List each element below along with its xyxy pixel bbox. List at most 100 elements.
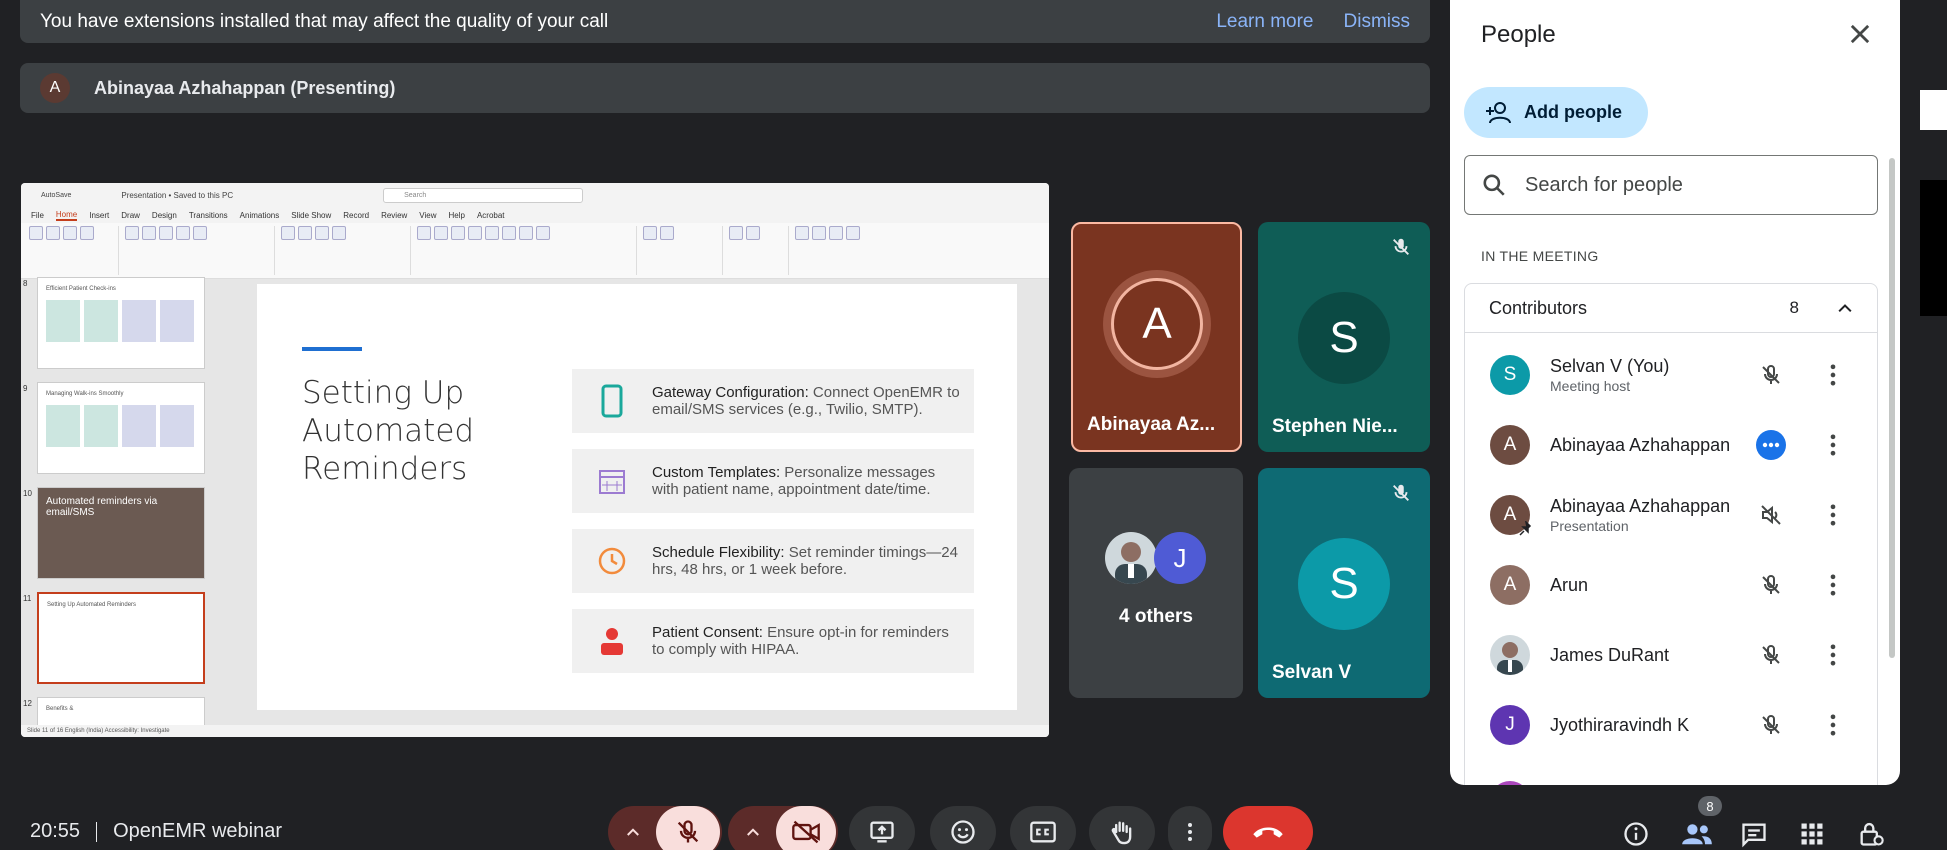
mic-off-icon: [1393, 238, 1409, 255]
participant-avatar: A: [1490, 495, 1532, 536]
slide-thumb-9[interactable]: Managing Walk-ins Smoothly: [37, 382, 205, 474]
panel-scrollbar[interactable]: [1889, 158, 1895, 658]
people-count-badge: 8: [1698, 796, 1722, 816]
ppt-menu-item: Home: [55, 209, 78, 221]
people-search[interactable]: [1464, 155, 1878, 215]
mic-off-icon: [1762, 574, 1780, 594]
section-label: IN THE MEETING: [1481, 248, 1599, 264]
participant-row[interactable]: A Abinayaa Azhahappan: [1465, 415, 1877, 475]
tile-abinayaa[interactable]: A Abinayaa Az...: [1071, 222, 1242, 452]
tile-avatar: S: [1298, 538, 1390, 630]
volume-off-icon: [1761, 505, 1781, 525]
card-head: Gateway Configuration:: [652, 384, 809, 401]
close-icon[interactable]: [1846, 20, 1874, 48]
mic-off-icon: [677, 820, 699, 843]
emoji-icon: [951, 820, 975, 844]
dismiss-button[interactable]: Dismiss: [1344, 11, 1411, 33]
ppt-menu-item: Record: [343, 210, 370, 220]
participant-name: Abinayaa Azhahappan: [1550, 434, 1731, 455]
activities-grid-icon[interactable]: [1798, 820, 1826, 848]
ppt-menu-item: Animations: [239, 210, 280, 220]
doc-title: Presentation • Saved to this PC: [121, 190, 234, 200]
thumb-number: 12: [23, 699, 32, 708]
search-input[interactable]: [1525, 173, 1855, 197]
mic-off-icon: [1762, 644, 1780, 664]
others-photo-avatar: [1105, 532, 1157, 584]
tile-others[interactable]: J 4 others: [1069, 468, 1243, 698]
ppt-menu-item: Slide Show: [291, 210, 332, 220]
ppt-titlebar: AutoSave Presentation • Saved to this PC…: [21, 183, 1049, 207]
tile-name: Abinayaa Az...: [1087, 414, 1216, 435]
ppt-statusbar: Slide 11 of 16 English (India) Accessibi…: [21, 725, 1049, 737]
chevron-up-icon: [627, 828, 639, 836]
panel-title: People: [1481, 21, 1556, 48]
chevron-up-icon: [747, 828, 759, 836]
current-slide: Setting Up Automated Reminders Gateway C…: [257, 284, 1017, 710]
person-photo-icon: [1115, 542, 1147, 584]
participant-role: Presentation: [1550, 518, 1629, 534]
participant-avatar: J: [1490, 705, 1530, 745]
mic-toggle-button[interactable]: [656, 806, 720, 850]
contributors-header[interactable]: Contributors 8: [1464, 283, 1878, 333]
thumb-title: Managing Walk-ins Smoothly: [46, 391, 124, 397]
participant-avatar: A: [1490, 425, 1530, 465]
leave-call-button[interactable]: [1223, 806, 1313, 850]
ppt-search: Search: [383, 187, 584, 203]
phone-icon: [601, 384, 623, 418]
thumb-title: Benefits &: [46, 706, 74, 712]
contributors-count: 8: [1789, 298, 1799, 317]
people-icon[interactable]: [1681, 820, 1713, 848]
host-controls-icon[interactable]: [1857, 820, 1885, 848]
slide-thumb-10[interactable]: Automated reminders via email/SMS: [37, 487, 205, 579]
slide-accent-line: [302, 347, 362, 351]
participant-row[interactable]: A Arun: [1465, 555, 1877, 615]
reactions-button[interactable]: [930, 806, 996, 850]
more-vert-icon[interactable]: [1819, 431, 1847, 459]
participant-row[interactable]: A Abinayaa Azhahappan Presentation: [1465, 485, 1877, 545]
more-options-button[interactable]: [1168, 806, 1212, 850]
ppt-menu-item: Review: [381, 210, 408, 220]
chevron-up-icon: [1838, 304, 1852, 313]
shared-screen[interactable]: AutoSave Presentation • Saved to this PC…: [21, 183, 1049, 737]
person-icon: [601, 628, 623, 655]
participant-row[interactable]: James DuRant: [1465, 625, 1877, 685]
info-icon[interactable]: [1622, 820, 1650, 848]
mic-options-button[interactable]: [610, 806, 656, 850]
camera-control: [728, 806, 838, 850]
ppt-menu: File Home Insert Draw Design Transitions Anima…: [21, 207, 1049, 223]
ppt-menu-item: Design: [151, 210, 177, 220]
camera-toggle-button[interactable]: [776, 806, 836, 850]
tile-name: Selvan V: [1272, 662, 1352, 683]
slide-card-templates: Custom Templates: Personalize messages w…: [572, 449, 974, 513]
calendar-icon: [599, 470, 625, 494]
more-vert-icon[interactable]: [1819, 711, 1847, 739]
thumb-title: Automated reminders via email/SMS: [46, 496, 158, 518]
edge-strip-dark: [1920, 180, 1947, 316]
meeting-info: 20:55 OpenEMR webinar: [30, 820, 282, 843]
slide-thumb-8[interactable]: Efficient Patient Check-ins: [37, 277, 205, 369]
participant-name: Abinayaa Azhahappan: [1550, 496, 1731, 516]
participant-row[interactable]: S Selvan V (You) Meeting host: [1465, 345, 1877, 405]
tile-selvan[interactable]: S Selvan V: [1258, 468, 1430, 698]
more-vert-icon[interactable]: [1819, 361, 1847, 389]
more-vert-icon[interactable]: [1819, 641, 1847, 669]
chat-icon[interactable]: [1740, 820, 1768, 848]
tile-stephen[interactable]: S Stephen Nie...: [1258, 222, 1430, 452]
camera-options-button[interactable]: [730, 806, 776, 850]
ppt-workspace: 8 Efficient Patient Check-ins 9 Managing…: [21, 277, 1049, 737]
participant-row[interactable]: J Jyothiraravindh K: [1465, 695, 1877, 755]
learn-more-link[interactable]: Learn more: [1216, 11, 1313, 33]
participant-avatar-partial: [1490, 781, 1530, 785]
slide-thumb-11[interactable]: Setting Up Automated Reminders: [37, 592, 205, 684]
present-button[interactable]: [849, 806, 915, 850]
raise-hand-button[interactable]: [1089, 806, 1155, 850]
slide-title: Setting Up Automated Reminders: [302, 375, 475, 487]
more-vert-icon[interactable]: [1819, 501, 1847, 529]
add-people-label: Add people: [1524, 102, 1622, 122]
participant-initial: A: [1503, 504, 1517, 525]
more-vert-icon[interactable]: [1819, 571, 1847, 599]
add-people-button[interactable]: Add people: [1464, 87, 1648, 138]
captions-button[interactable]: [1010, 806, 1076, 850]
hand-icon: [1111, 821, 1132, 845]
ppt-menu-item: Insert: [89, 210, 110, 220]
